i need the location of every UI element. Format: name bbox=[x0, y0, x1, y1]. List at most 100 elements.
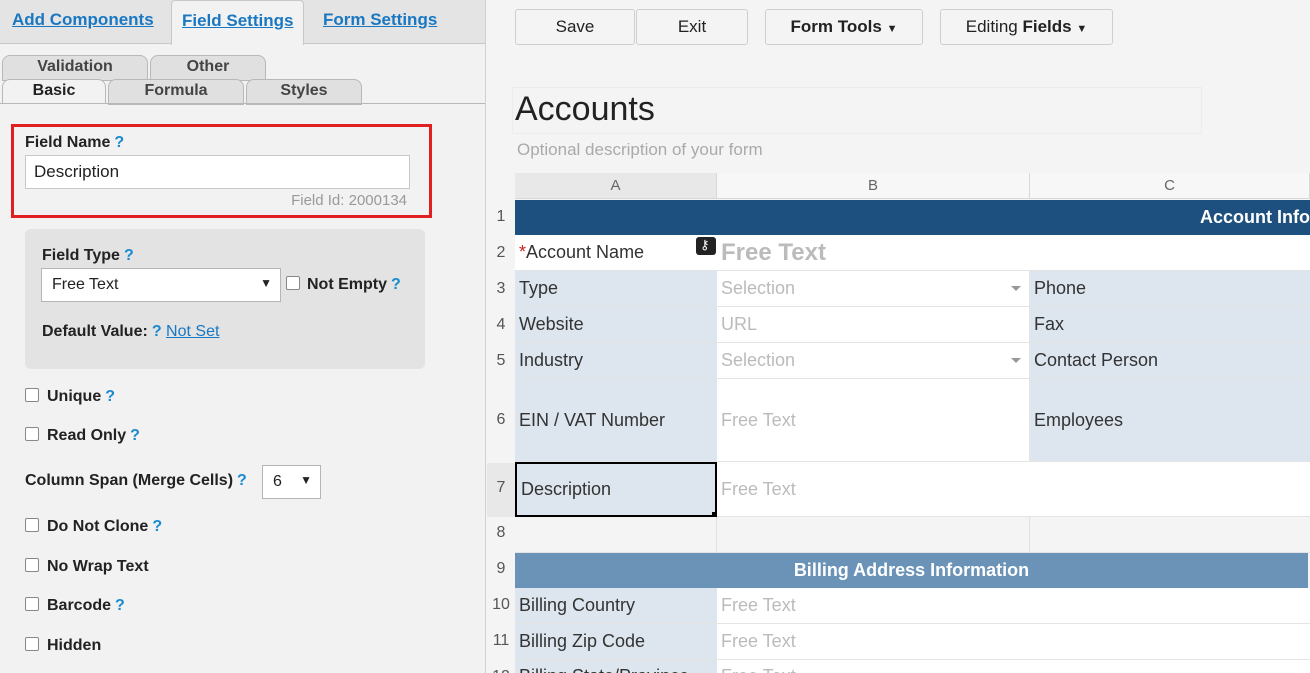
form-title[interactable]: Accounts bbox=[515, 90, 655, 129]
column-span-select[interactable]: 6 ▼ bbox=[262, 465, 321, 499]
input-billing-zip[interactable]: Free Text bbox=[717, 624, 1310, 660]
select-industry[interactable]: Selection bbox=[717, 343, 1030, 379]
default-value-label: Default Value:? Not Set bbox=[42, 323, 220, 340]
input-account-name[interactable]: Free Text bbox=[717, 235, 1310, 271]
form-tools-label: Form Tools bbox=[790, 17, 882, 36]
label-text: Account Name bbox=[526, 242, 645, 262]
select-type[interactable]: Selection bbox=[717, 271, 1030, 307]
column-head-a[interactable]: A bbox=[515, 173, 717, 199]
editing-bold: Fields bbox=[1022, 17, 1072, 36]
label-billing-state[interactable]: Billing State/Province bbox=[515, 660, 717, 673]
row-number: 6 bbox=[496, 411, 506, 428]
dropdown-arrow-icon: ▼ bbox=[300, 473, 312, 487]
field-type-value: Free Text bbox=[52, 276, 119, 293]
empty-cell[interactable] bbox=[717, 517, 1030, 553]
save-button[interactable]: Save bbox=[515, 9, 635, 45]
row-number: 1 bbox=[496, 208, 506, 225]
label-phone[interactable]: Phone bbox=[1030, 271, 1310, 307]
field-name-help-icon[interactable]: ? bbox=[114, 134, 124, 151]
input-description[interactable]: Free Text bbox=[717, 462, 1310, 517]
input-website[interactable]: URL bbox=[717, 307, 1030, 343]
unique-help-icon[interactable]: ? bbox=[105, 388, 115, 405]
field-name-label: Field Name? bbox=[25, 134, 125, 151]
form-description[interactable]: Optional description of your form bbox=[517, 140, 763, 160]
caret-down-icon: ▼ bbox=[1076, 23, 1088, 35]
row-number: 4 bbox=[496, 316, 506, 333]
row-number: 9 bbox=[496, 560, 506, 577]
not-empty-help-icon[interactable]: ? bbox=[391, 276, 401, 293]
label-billing-zip[interactable]: Billing Zip Code bbox=[515, 624, 717, 660]
label-ein[interactable]: EIN / VAT Number bbox=[515, 379, 717, 462]
field-id: Field Id: 2000134 bbox=[291, 192, 407, 209]
do-not-clone-help-icon[interactable]: ? bbox=[152, 518, 162, 535]
subtab-formula[interactable]: Formula bbox=[108, 79, 244, 105]
not-empty-checkbox[interactable] bbox=[286, 276, 300, 290]
row-number: 8 bbox=[496, 524, 506, 541]
label-website[interactable]: Website bbox=[515, 307, 717, 343]
do-not-clone-label: Do Not Clone? bbox=[47, 518, 163, 535]
field-name-input[interactable] bbox=[25, 155, 410, 189]
dropdown-arrow-icon bbox=[1011, 285, 1021, 291]
app-window: Add Components Field Settings Form Setti… bbox=[0, 0, 1310, 673]
hidden-checkbox[interactable] bbox=[25, 637, 39, 651]
subtab-divider bbox=[0, 103, 485, 104]
barcode-label: Barcode? bbox=[47, 597, 125, 614]
no-wrap-checkbox[interactable] bbox=[25, 558, 39, 572]
subtab-other[interactable]: Other bbox=[150, 55, 266, 81]
column-head-c[interactable]: C bbox=[1030, 173, 1310, 199]
dropdown-arrow-icon bbox=[1011, 357, 1021, 363]
row-number: 3 bbox=[496, 280, 506, 297]
label-fax[interactable]: Fax bbox=[1030, 307, 1310, 343]
tab-field-settings[interactable]: Field Settings bbox=[171, 0, 305, 45]
do-not-clone-checkbox[interactable] bbox=[25, 518, 39, 532]
input-ein[interactable]: Free Text bbox=[717, 379, 1030, 462]
tab-add-components[interactable]: Add Components bbox=[2, 0, 164, 44]
subtab-styles[interactable]: Styles bbox=[246, 79, 362, 105]
read-only-checkbox[interactable] bbox=[25, 427, 39, 441]
exit-button[interactable]: Exit bbox=[636, 9, 748, 45]
row-number-selected: 7 bbox=[487, 463, 515, 517]
column-span-help-icon[interactable]: ? bbox=[237, 472, 247, 489]
editing-prefix: Editing bbox=[965, 17, 1018, 36]
placeholder: Selection bbox=[721, 278, 796, 298]
required-mark: * bbox=[519, 242, 527, 262]
label-description-selected[interactable]: Description bbox=[515, 462, 717, 517]
label-contact-person[interactable]: Contact Person bbox=[1030, 343, 1310, 379]
not-empty-label: Not Empty? bbox=[307, 276, 401, 293]
subtab-basic[interactable]: Basic bbox=[2, 79, 106, 104]
row-number: 5 bbox=[496, 352, 506, 369]
default-value-not-set-link[interactable]: Not Set bbox=[166, 323, 219, 340]
read-only-label: Read Only? bbox=[47, 427, 140, 444]
no-wrap-label: No Wrap Text bbox=[47, 558, 149, 575]
input-billing-state[interactable]: Free Text bbox=[717, 660, 1310, 673]
unique-label: Unique? bbox=[47, 388, 115, 405]
label-industry[interactable]: Industry bbox=[515, 343, 717, 379]
label-account-name[interactable]: * Account Name bbox=[515, 235, 717, 271]
label-employees[interactable]: Employees bbox=[1030, 379, 1310, 462]
default-value-help-icon[interactable]: ? bbox=[152, 323, 162, 340]
section-header-account-info[interactable]: Account Info bbox=[515, 200, 1310, 235]
top-tab-bar: Add Components Field Settings Form Setti… bbox=[0, 0, 485, 45]
read-only-help-icon[interactable]: ? bbox=[130, 427, 140, 444]
section-header-billing[interactable]: Billing Address Information bbox=[515, 553, 1308, 588]
tab-form-settings[interactable]: Form Settings bbox=[313, 0, 447, 44]
form-tools-button[interactable]: Form Tools ▼ bbox=[765, 9, 923, 45]
field-type-help-icon[interactable]: ? bbox=[124, 247, 134, 264]
barcode-checkbox[interactable] bbox=[25, 597, 39, 611]
key-icon[interactable]: ⚷ bbox=[696, 237, 716, 255]
label-billing-country[interactable]: Billing Country bbox=[515, 588, 717, 624]
column-head-b[interactable]: B bbox=[717, 173, 1030, 199]
editing-fields-button[interactable]: Editing Fields ▼ bbox=[940, 9, 1113, 45]
barcode-help-icon[interactable]: ? bbox=[115, 597, 125, 614]
label-type[interactable]: Type bbox=[515, 271, 717, 307]
input-billing-country[interactable]: Free Text bbox=[717, 588, 1310, 624]
row-number: 2 bbox=[496, 244, 506, 261]
unique-checkbox[interactable] bbox=[25, 388, 39, 402]
row-number: 11 bbox=[492, 632, 510, 649]
empty-cell[interactable] bbox=[1030, 517, 1310, 553]
subtab-validation[interactable]: Validation bbox=[2, 55, 148, 81]
empty-cell[interactable] bbox=[515, 517, 717, 553]
column-span-value: 6 bbox=[273, 473, 282, 490]
caret-down-icon: ▼ bbox=[886, 23, 898, 35]
field-type-select[interactable]: Free Text ▼ bbox=[41, 268, 281, 302]
